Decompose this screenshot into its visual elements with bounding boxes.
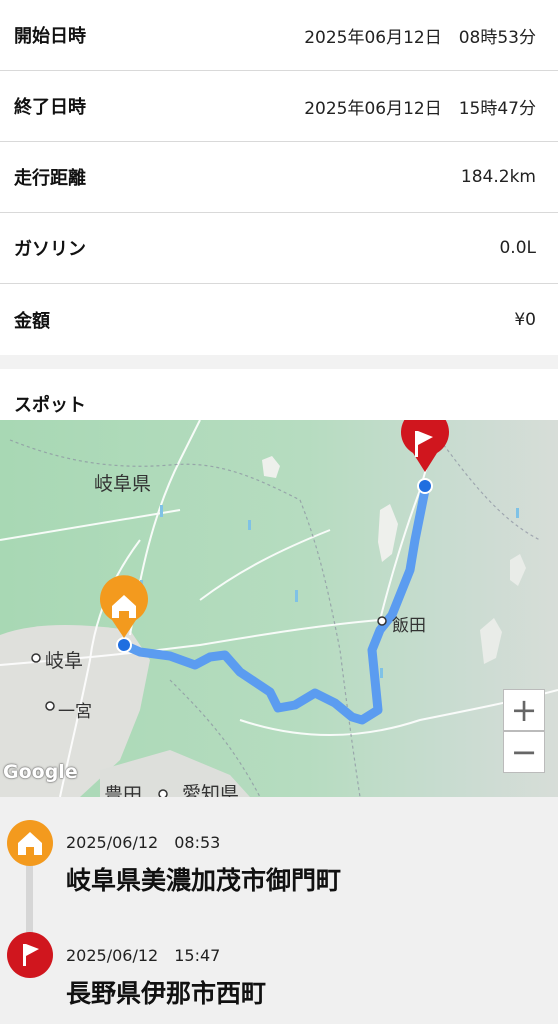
label-gifu-city: 岐阜 [45,650,84,672]
zoom-in-button[interactable]: + [503,689,545,731]
label-iida: 飯田 [392,616,426,636]
zoom-out-button[interactable]: − [503,731,545,773]
route-map[interactable]: 岐阜県 岐阜 一宮 飯田 豊田 愛知県 Google + − [0,420,558,797]
gasoline-row: ガソリン 0.0L [0,213,558,284]
end-time-label: 終了日時 [14,97,86,118]
start-time-label: 開始日時 [14,26,86,47]
end-time-value: 2025年06月12日 15時47分 [304,98,536,119]
route-start-point [116,637,132,653]
toyota-dot [158,789,168,797]
gasoline-label: ガソリン [14,239,86,260]
distance-value: 184.2km [460,167,536,187]
start-time-value: 2025年06月12日 08時53分 [304,27,536,48]
section-divider [0,355,558,369]
gasoline-value: 0.0L [499,238,536,258]
spot-timeline: 2025/06/12 08:53 岐阜県美濃加茂市御門町 2025/06/12 … [0,797,558,1024]
spot-start-place[interactable]: 岐阜県美濃加茂市御門町 [66,861,341,897]
cost-value: ¥0 [514,309,536,330]
label-toyota: 豊田 [104,784,143,797]
label-gifu-pref: 岐阜県 [94,473,152,495]
home-icon [7,820,53,866]
label-ichinomiya: 一宮 [58,702,92,722]
spot-title: スポット [14,395,86,416]
spot-end-place[interactable]: 長野県伊那市西町 [66,974,266,1010]
gifu-city-dot [31,653,41,663]
end-time-row: 終了日時 2025年06月12日 15時47分 [0,71,558,142]
flag-icon [7,932,53,978]
cost-row: 金額 ¥0 [0,284,558,355]
spot-start-time: 2025/06/12 08:53 [66,833,221,852]
label-aichi: 愛知県 [182,783,240,797]
map-canvas[interactable] [0,420,558,797]
trip-summary: 開始日時 2025年06月12日 08時53分 終了日時 2025年06月12日… [0,0,558,355]
distance-row: 走行距離 184.2km [0,142,558,213]
cost-label: 金額 [14,310,50,332]
distance-label: 走行距離 [14,168,86,189]
ichinomiya-dot [45,701,55,711]
start-time-row: 開始日時 2025年06月12日 08時53分 [0,0,558,71]
spot-end-time: 2025/06/12 15:47 [66,946,221,965]
route-end-point [417,478,433,494]
google-attribution[interactable]: Google [3,761,78,783]
iida-dot [377,616,387,626]
